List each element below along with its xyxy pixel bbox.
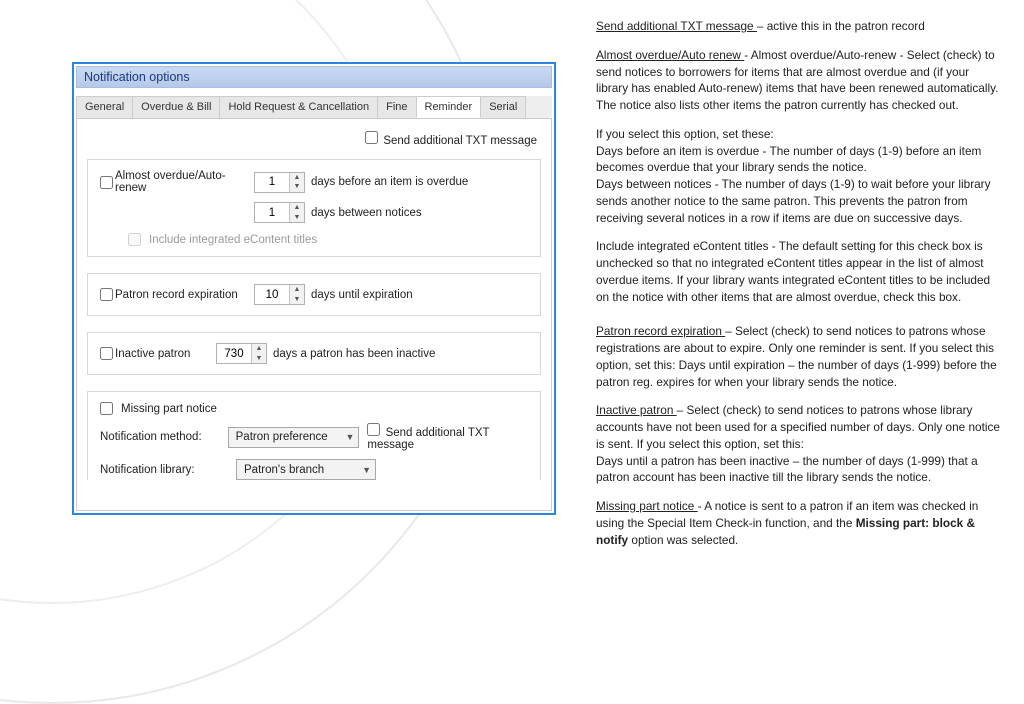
chevron-down-icon: ▼ bbox=[345, 432, 354, 442]
patron-expiration-checkbox[interactable] bbox=[100, 288, 113, 301]
inactive-days-suffix: days a patron has been inactive bbox=[273, 348, 435, 360]
days-between-input[interactable] bbox=[255, 203, 289, 222]
include-econtent-label: Include integrated eContent titles bbox=[149, 234, 317, 246]
spinner-down-icon[interactable]: ▼ bbox=[290, 295, 304, 305]
days-before-input[interactable] bbox=[255, 173, 289, 192]
tab-fine[interactable]: Fine bbox=[377, 96, 416, 118]
expiration-days-spinner[interactable]: ▲▼ bbox=[254, 284, 305, 305]
notification-library-label: Notification library: bbox=[100, 464, 228, 476]
days-before-spinner[interactable]: ▲▼ bbox=[254, 172, 305, 193]
missing-part-label: Missing part notice bbox=[121, 403, 217, 415]
spinner-down-icon[interactable]: ▼ bbox=[252, 354, 266, 364]
tab-body: Send additional TXT message Almost overd… bbox=[76, 118, 552, 511]
top-txt-checkbox-label[interactable]: Send additional TXT message bbox=[365, 135, 537, 147]
inactive-patron-label: Inactive patron bbox=[115, 348, 190, 360]
spinner-down-icon[interactable]: ▼ bbox=[290, 213, 304, 223]
spinner-up-icon[interactable]: ▲ bbox=[252, 344, 266, 354]
documentation-text: Send additional TXT message – active thi… bbox=[596, 18, 1000, 560]
chevron-down-icon: ▼ bbox=[362, 465, 371, 475]
days-before-suffix: days before an item is overdue bbox=[311, 176, 468, 188]
almost-overdue-group: Almost overdue/Auto-renew ▲▼ days before… bbox=[87, 159, 541, 257]
tab-general[interactable]: General bbox=[76, 96, 133, 118]
notification-method-select[interactable]: Patron preference ▼ bbox=[228, 427, 360, 448]
tabs: General Overdue & Bill Hold Request & Ca… bbox=[76, 96, 552, 118]
days-between-spinner[interactable]: ▲▼ bbox=[254, 202, 305, 223]
inactive-patron-checkbox[interactable] bbox=[100, 347, 113, 360]
expiration-days-suffix: days until expiration bbox=[311, 289, 413, 301]
missing-part-checkbox[interactable] bbox=[100, 402, 113, 415]
almost-overdue-checkbox[interactable] bbox=[100, 176, 113, 189]
spinner-up-icon[interactable]: ▲ bbox=[290, 173, 304, 183]
method-txt-checkbox-label[interactable]: Send additional TXT message bbox=[367, 423, 528, 451]
tab-serial[interactable]: Serial bbox=[480, 96, 526, 118]
notification-method-label: Notification method: bbox=[100, 431, 220, 443]
spinner-up-icon[interactable]: ▲ bbox=[290, 285, 304, 295]
panel-title: Notification options bbox=[76, 66, 552, 88]
patron-expiration-label: Patron record expiration bbox=[115, 289, 238, 301]
almost-overdue-label: Almost overdue/Auto-renew bbox=[115, 170, 248, 194]
top-txt-checkbox[interactable] bbox=[365, 131, 378, 144]
spinner-up-icon[interactable]: ▲ bbox=[290, 203, 304, 213]
patron-expiration-group: Patron record expiration ▲▼ days until e… bbox=[87, 273, 541, 316]
tab-hold-request[interactable]: Hold Request & Cancellation bbox=[219, 96, 378, 118]
include-econtent-checkbox bbox=[128, 233, 141, 246]
spinner-down-icon[interactable]: ▼ bbox=[290, 182, 304, 192]
method-txt-checkbox[interactable] bbox=[367, 423, 380, 436]
expiration-days-input[interactable] bbox=[255, 285, 289, 304]
notification-options-panel: Notification options General Overdue & B… bbox=[72, 62, 556, 515]
missing-part-group: Missing part notice Notification method:… bbox=[87, 391, 541, 480]
tab-reminder[interactable]: Reminder bbox=[416, 96, 482, 118]
notification-library-select[interactable]: Patron's branch ▼ bbox=[236, 459, 376, 480]
inactive-days-input[interactable] bbox=[217, 344, 251, 363]
inactive-days-spinner[interactable]: ▲▼ bbox=[216, 343, 267, 364]
days-between-suffix: days between notices bbox=[311, 207, 422, 219]
inactive-patron-group: Inactive patron ▲▼ days a patron has bee… bbox=[87, 332, 541, 375]
tab-overdue-bill[interactable]: Overdue & Bill bbox=[132, 96, 220, 118]
